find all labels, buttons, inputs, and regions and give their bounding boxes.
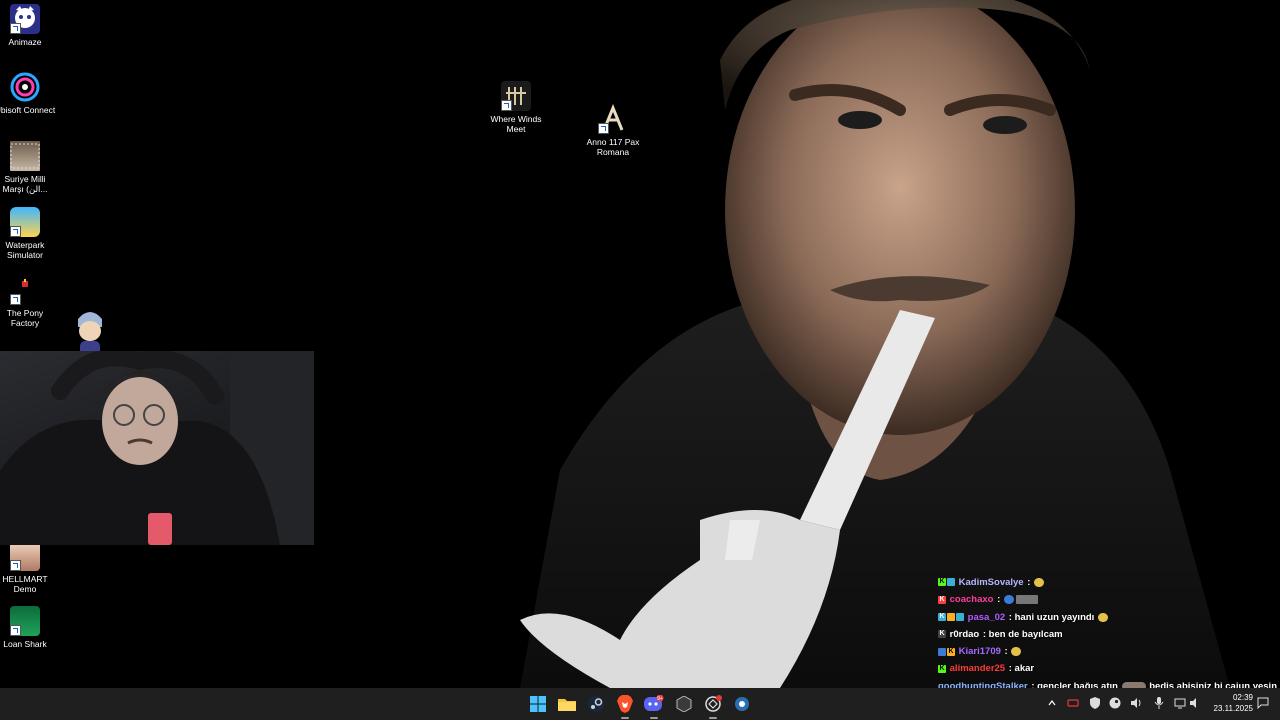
animaze-icon — [10, 4, 40, 34]
emote-icon — [1011, 647, 1022, 657]
notification-icon[interactable] — [1256, 696, 1270, 710]
chevron-up-icon[interactable] — [1045, 696, 1059, 710]
desktop-icon-ubisoft-connect[interactable]: Ubisoft Connect — [0, 72, 57, 115]
desktop-icon-label: Suriye Milli Marşı (الن... — [2, 174, 48, 194]
kick-badge-icon: K — [938, 664, 946, 673]
desktop-icon-label: The Pony Factory — [6, 308, 44, 328]
gift-badge-icon — [947, 613, 955, 622]
anno-icon — [598, 104, 628, 134]
desktop-icon-animaze[interactable]: Animaze — [0, 4, 57, 47]
desktop-icon-label: Anno 117 Pax Romana — [586, 137, 640, 157]
chat-username: KadimSovalye — [958, 577, 1024, 588]
brave-browser-icon[interactable] — [613, 692, 637, 719]
chat-username: coachaxo — [949, 594, 994, 606]
windows-start-icon[interactable] — [526, 692, 550, 716]
clock[interactable]: 02:39 23.11.2025 — [1214, 692, 1253, 714]
desktop-icon-label: HELLMART Demo — [2, 574, 48, 594]
desktop-icon-waterpark-simulator[interactable]: Waterpark Simulator — [0, 207, 57, 260]
desktop-icon-suriye-milli-marsi[interactable]: Suriye Milli Marşı (الن... — [0, 141, 57, 194]
subscriber-badge-icon — [956, 613, 964, 622]
shortcut-arrow-icon — [10, 23, 21, 34]
taskbar: 9+ 02:39 23.11.2025 — [0, 688, 1280, 720]
chat-message: K KadimSovalye : — [938, 574, 1280, 591]
waterpark-icon — [10, 207, 40, 237]
ubisoft-icon — [10, 72, 40, 102]
emote-icon — [1015, 595, 1038, 605]
chat-overlay: K KadimSovalye : K coachaxo : K pasa_02 … — [938, 574, 1280, 695]
speaker-icon[interactable] — [1129, 696, 1143, 710]
kick-badge-icon: K — [938, 595, 946, 604]
desktop-icon-label: Where Winds Meet — [490, 114, 542, 134]
discord-badge: 9+ — [657, 696, 663, 702]
pony-factory-icon — [10, 275, 40, 305]
chat-username: Kiari1709 — [958, 646, 1001, 658]
shortcut-arrow-icon — [501, 100, 512, 111]
volume-icon[interactable] — [1188, 696, 1202, 710]
file-explorer-icon[interactable] — [555, 692, 579, 716]
chat-message: K pasa_02 : hani uzun yayındı — [938, 609, 1280, 626]
loan-shark-icon — [10, 606, 40, 636]
chat-username: r0rdao — [949, 628, 980, 640]
clock-date: 23.11.2025 — [1213, 704, 1253, 713]
chat-message: K coachaxo : — [938, 591, 1280, 608]
webcam-person — [0, 351, 314, 545]
chat-text: akar — [1014, 663, 1035, 675]
chat-username: pasa_02 — [967, 611, 1006, 623]
network-icon[interactable] — [1173, 696, 1187, 710]
subscriber-badge-icon — [947, 578, 955, 587]
hellmart-icon — [10, 541, 40, 571]
chat-text: ben de bayılcam — [988, 628, 1063, 640]
chat-message: K r0rdao : ben de bayılcam — [938, 628, 1063, 640]
video-file-icon — [10, 141, 40, 171]
chat-username: alimander25 — [949, 663, 1006, 675]
shortcut-arrow-icon — [10, 294, 21, 305]
steam-tray-icon[interactable] — [1108, 696, 1122, 710]
emote-icon — [1003, 595, 1014, 605]
shield-icon[interactable] — [1088, 696, 1102, 710]
shortcut-arrow-icon — [10, 625, 21, 636]
kick-badge-icon: K — [938, 578, 946, 587]
verified-badge-icon — [938, 647, 946, 656]
where-winds-meet-icon — [501, 81, 531, 111]
clock-time: 02:39 — [1232, 693, 1253, 702]
webcam-feed — [0, 351, 314, 545]
desktop-icon-where-winds-meet[interactable]: Where Winds Meet — [484, 81, 548, 134]
steam-icon[interactable] — [584, 692, 608, 716]
record-icon[interactable] — [1066, 696, 1080, 710]
desktop-icon-label: Animaze — [8, 37, 42, 47]
chat-text: hani uzun yayındı — [1014, 611, 1095, 623]
emote-icon — [1097, 612, 1108, 622]
emote-icon — [1034, 577, 1045, 587]
shortcut-arrow-icon — [598, 123, 609, 134]
microphone-icon[interactable] — [1152, 696, 1166, 710]
desktop-icon-loan-shark[interactable]: Loan Shark — [0, 606, 57, 649]
desktop-icon-label: Loan Shark — [3, 639, 47, 649]
shortcut-arrow-icon — [10, 226, 21, 237]
shortcut-arrow-icon — [10, 560, 21, 571]
kick-badge-icon: K — [938, 613, 946, 622]
desktop-icon-label: Waterpark Simulator — [5, 240, 45, 260]
chat-message: K alimander25 : akar — [938, 663, 1035, 675]
kick-badge-icon: K — [947, 647, 955, 656]
desktop-icon-label: Ubisoft Connect — [0, 105, 56, 115]
desktop-icon-hellmart-demo[interactable]: HELLMART Demo — [0, 541, 57, 594]
app-icon[interactable] — [701, 692, 725, 719]
chat-message: K Kiari1709 : — [938, 643, 1280, 660]
desktop-icon-anno-117[interactable]: Anno 117 Pax Romana — [581, 104, 645, 157]
desktop-icon-the-pony-factory[interactable]: The Pony Factory — [0, 275, 57, 328]
obs-icon[interactable] — [672, 692, 696, 716]
kick-badge-icon: K — [938, 630, 946, 639]
discord-icon[interactable]: 9+ — [642, 692, 666, 719]
steam-settings-icon[interactable] — [730, 692, 754, 716]
